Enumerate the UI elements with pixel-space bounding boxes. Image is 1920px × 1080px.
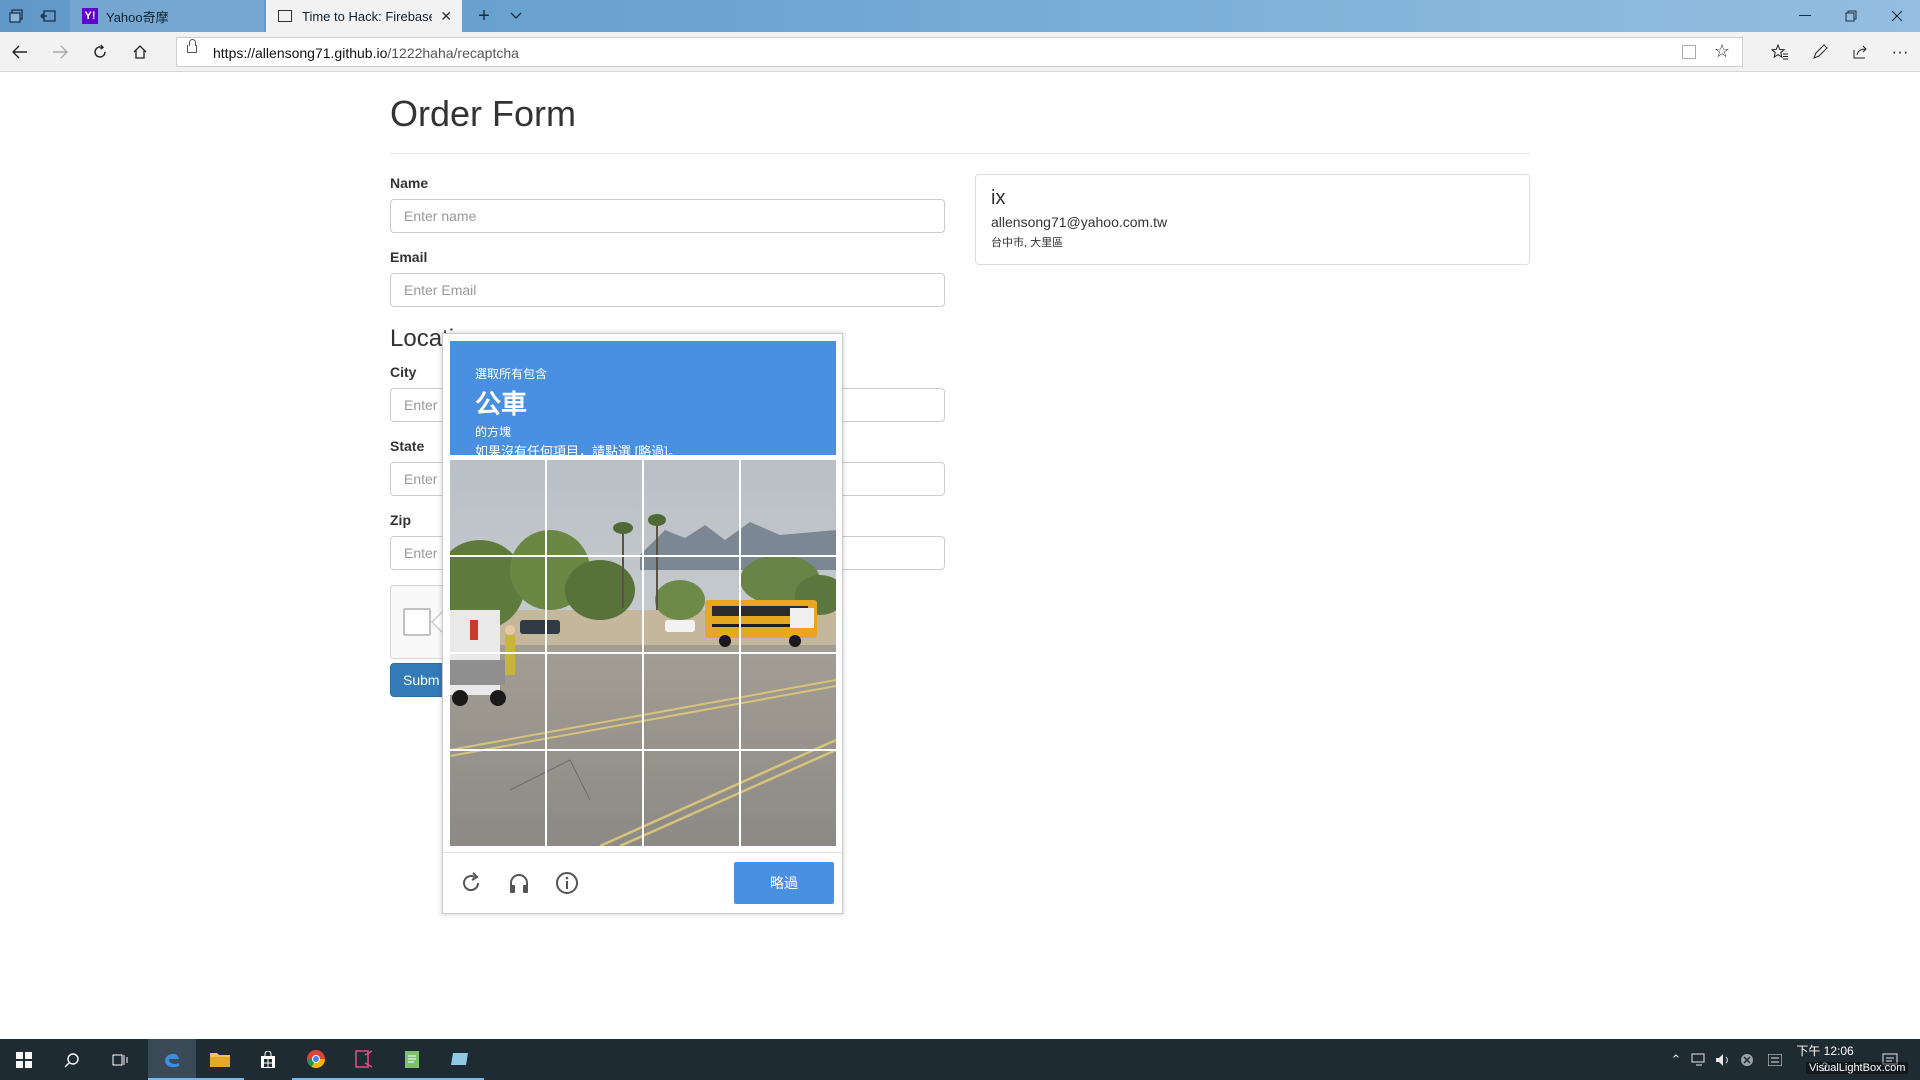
new-tab-icon[interactable]: + <box>472 0 496 32</box>
grid-tile[interactable] <box>547 460 643 556</box>
tab-title: Yahoo奇摩 <box>106 9 169 25</box>
name-input[interactable]: Enter name <box>390 199 945 233</box>
user-card: ix allensong71@yahoo.com.tw 台中市, 大里區 <box>975 174 1530 265</box>
app-icon[interactable] <box>436 1039 484 1080</box>
image-grid <box>450 460 836 846</box>
skip-button[interactable]: 略過 <box>734 862 834 904</box>
browser-tab-bar: Y! Yahoo奇摩 Time to Hack: Firebase w ✕ + <box>0 0 1920 32</box>
tab-title: Time to Hack: Firebase w <box>302 8 432 24</box>
tab-actions-icon[interactable] <box>2 0 30 32</box>
task-view-icon[interactable] <box>96 1039 144 1080</box>
tab-firebase[interactable]: Time to Hack: Firebase w ✕ <box>266 0 462 32</box>
grid-tile[interactable] <box>547 557 643 653</box>
challenge-line2: 的方塊 <box>475 425 512 439</box>
recaptcha-checkbox[interactable] <box>403 608 431 636</box>
url-bar[interactable]: https://allensong71.github.io/1222haha/r… <box>176 37 1743 67</box>
recaptcha-challenge: 選取所有包含 公車 的方塊 如果沒有任何項目，請點選 [略過]。 略過 <box>442 333 843 914</box>
watermark: VisualLightBox.com <box>1806 1062 1909 1074</box>
submit-button[interactable]: Subm <box>390 663 450 697</box>
grid-tile[interactable] <box>741 557 836 653</box>
reading-view-icon[interactable] <box>1682 45 1696 59</box>
close-tab-icon[interactable]: ✕ <box>440 8 452 25</box>
user-name: ix <box>991 187 1006 209</box>
restore-icon[interactable] <box>1828 0 1874 32</box>
pen-icon[interactable] <box>1800 32 1840 72</box>
url-text: https://allensong71.github.io/1222haha/r… <box>213 45 519 61</box>
page-title: Order Form <box>390 93 577 134</box>
grid-tile[interactable] <box>741 654 836 750</box>
name-label: Name <box>390 175 429 191</box>
grid-tile[interactable] <box>547 751 643 846</box>
headphones-icon[interactable] <box>505 869 533 897</box>
set-aside-tabs-icon[interactable] <box>34 0 62 32</box>
forward-icon[interactable] <box>40 32 80 72</box>
grid-tile[interactable] <box>644 751 740 846</box>
grid-tile[interactable] <box>450 654 546 750</box>
reload-icon[interactable] <box>457 869 485 897</box>
chevron-down-icon[interactable] <box>504 0 528 32</box>
email-label: Email <box>390 249 428 265</box>
url-path: /1222haha/recaptcha <box>387 45 519 61</box>
grid-tile[interactable] <box>450 460 546 556</box>
info-icon[interactable] <box>553 869 581 897</box>
refresh-icon[interactable] <box>80 32 120 72</box>
snipping-tool-icon[interactable] <box>340 1039 388 1080</box>
chrome-icon[interactable] <box>292 1039 340 1080</box>
challenge-keyword: 公車 <box>475 389 528 419</box>
back-icon[interactable] <box>0 32 40 72</box>
grid-tile[interactable] <box>450 751 546 846</box>
url-host: https://allensong71.github.io <box>213 45 388 61</box>
windows-taskbar: ⌃ 下午 12:06 2 <box>0 1039 1920 1080</box>
divider <box>390 153 1530 154</box>
grid-tile[interactable] <box>547 654 643 750</box>
home-icon[interactable] <box>120 32 160 72</box>
state-label: State <box>390 438 425 454</box>
zip-label: Zip <box>390 512 411 528</box>
show-hidden-icons-icon[interactable]: ⌃ <box>1666 1039 1686 1080</box>
edge-icon[interactable] <box>148 1039 196 1080</box>
challenge-header: 選取所有包含 公車 的方塊 如果沒有任何項目，請點選 [略過]。 <box>450 341 836 459</box>
grid-tile[interactable] <box>644 654 740 750</box>
challenge-line1: 選取所有包含 <box>475 367 548 381</box>
grid-tile[interactable] <box>741 751 836 846</box>
web-page: Order Form Name Enter name Email Enter E… <box>0 73 1920 1039</box>
grid-tile[interactable] <box>450 557 546 653</box>
popup-pointer <box>431 611 443 633</box>
favorites-icon[interactable] <box>1760 32 1800 72</box>
tab-yahoo[interactable]: Y! Yahoo奇摩 <box>70 0 264 32</box>
yahoo-icon: Y! <box>82 8 98 24</box>
store-icon[interactable] <box>244 1039 292 1080</box>
windows-start-icon[interactable] <box>0 1039 48 1080</box>
city-label: City <box>390 364 417 380</box>
close-window-icon[interactable] <box>1874 0 1920 32</box>
address-toolbar: https://allensong71.github.io/1222haha/r… <box>0 32 1920 72</box>
page-icon <box>278 10 292 22</box>
lock-icon <box>187 39 197 53</box>
clock-time: 下午 12:06 <box>1796 1044 1854 1058</box>
challenge-footer: 略過 <box>443 852 842 914</box>
share-icon[interactable] <box>1840 32 1880 72</box>
star-icon[interactable]: ☆ <box>1714 41 1730 62</box>
minimize-icon[interactable] <box>1782 0 1828 32</box>
user-address: 台中市, 大里區 <box>991 237 1064 249</box>
notepad-icon[interactable] <box>388 1039 436 1080</box>
grid-tile[interactable] <box>741 460 836 556</box>
status-icon[interactable] <box>1736 1039 1758 1080</box>
more-icon[interactable]: ··· <box>1880 32 1920 72</box>
user-email: allensong71@yahoo.com.tw <box>991 214 1168 230</box>
email-input[interactable]: Enter Email <box>390 273 945 307</box>
challenge-instruction: 如果沒有任何項目，請點選 [略過]。 <box>475 444 681 459</box>
grid-tile[interactable] <box>644 460 740 556</box>
grid-tile[interactable] <box>644 557 740 653</box>
search-icon[interactable] <box>48 1039 96 1080</box>
input-method-icon[interactable] <box>1764 1039 1786 1080</box>
file-explorer-icon[interactable] <box>196 1039 244 1080</box>
network-icon[interactable] <box>1688 1039 1710 1080</box>
volume-icon[interactable] <box>1712 1039 1734 1080</box>
